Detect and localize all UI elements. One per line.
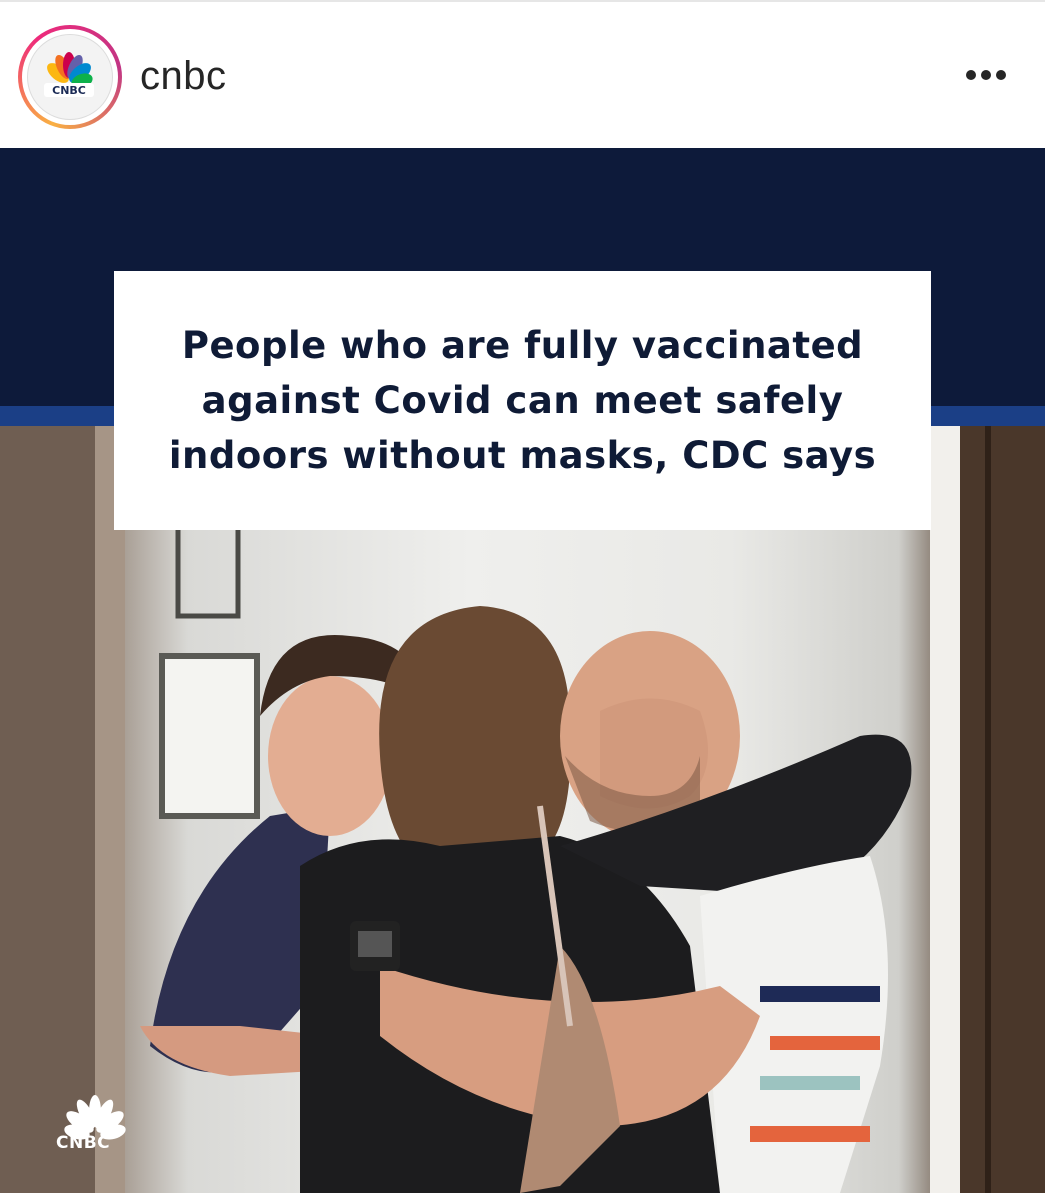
photo-people-hugging [0, 426, 1045, 1193]
more-options-button[interactable] [958, 62, 1014, 90]
avatar[interactable]: CNBC [27, 34, 113, 120]
watermark-text: CNBC [56, 1133, 111, 1153]
more-horizontal-icon [966, 70, 976, 80]
headline-card: People who are fully vaccinated against … [114, 271, 931, 530]
avatar-logo-text: CNBC [52, 84, 86, 97]
cnbc-peacock-icon: CNBC [44, 52, 94, 97]
post-image[interactable]: People who are fully vaccinated against … [0, 148, 1045, 1193]
story-ring[interactable]: CNBC [18, 25, 122, 129]
username[interactable]: cnbc [140, 54, 227, 99]
headline-text: People who are fully vaccinated against … [168, 324, 877, 477]
post-header: CNBC cnbc [0, 0, 1045, 148]
